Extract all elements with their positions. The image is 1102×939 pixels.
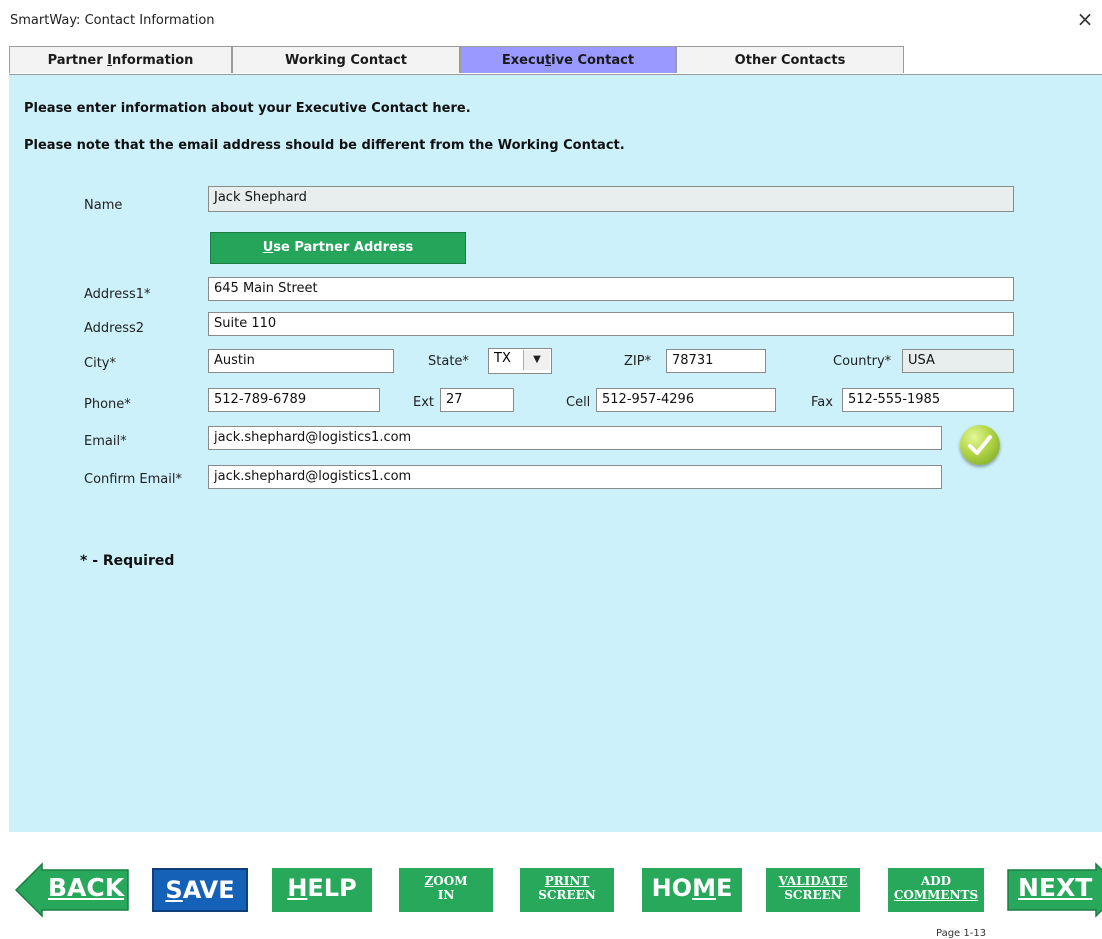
save-button[interactable]: SAVE [152, 868, 248, 912]
button-label: se Partner Address [273, 240, 414, 255]
home-mnemonic: M [692, 874, 716, 902]
address1-field[interactable]: 645 Main Street [208, 277, 1014, 301]
save-label: AVE [182, 876, 235, 904]
country-label: Country* [833, 354, 892, 369]
email-field[interactable]: jack.shephard@logistics1.com [208, 426, 942, 450]
zoom-mnemonic: Z [424, 874, 434, 888]
tab-label: Partner [47, 53, 108, 68]
use-partner-address-button[interactable]: Use Partner Address [210, 232, 466, 264]
address2-label: Address2 [84, 321, 145, 336]
add-comments-label: ADD [920, 874, 952, 888]
cell-field[interactable]: 512-957-4296 [596, 388, 776, 412]
close-icon[interactable]: × [1074, 8, 1096, 30]
print-label-line2: SCREEN [538, 888, 596, 902]
tab-partner-information[interactable]: Partner Information [9, 46, 232, 73]
address2-field[interactable]: Suite 110 [208, 312, 1014, 336]
page-label: Page 1-13 [936, 928, 987, 939]
country-field[interactable]: USA [902, 349, 1014, 373]
city-field[interactable]: Austin [208, 349, 394, 373]
tab-executive-contact[interactable]: Executive Contact [460, 46, 676, 73]
ext-field[interactable]: 27 [440, 388, 514, 412]
city-label: City* [84, 356, 116, 371]
chevron-down-icon[interactable]: ▼ [523, 350, 550, 370]
required-note: * - Required [80, 553, 175, 569]
help-label: ELP [307, 874, 357, 902]
tab-bar: Partner Information Working Contact Exec… [9, 46, 1099, 74]
print-label: PRINT [544, 874, 590, 888]
window-title: SmartWay: Contact Information [10, 13, 215, 28]
confirm-email-label: Confirm Email* [84, 472, 182, 487]
state-label: State* [428, 354, 469, 369]
tab-other-contacts[interactable]: Other Contacts [676, 46, 904, 73]
add-comments-button[interactable]: ADD COMMENTS [888, 868, 984, 912]
save-mnemonic: S [165, 876, 183, 904]
fax-field[interactable]: 512-555-1985 [842, 388, 1014, 412]
next-label: NEXT [1018, 873, 1093, 902]
phone-field[interactable]: 512-789-6789 [208, 388, 380, 412]
print-screen-button[interactable]: PRINT SCREEN [520, 868, 614, 912]
zoom-label: OOM [433, 874, 468, 888]
zip-field[interactable]: 78731 [666, 349, 766, 373]
cell-label: Cell [566, 395, 591, 410]
ext-label: Ext [413, 395, 435, 410]
check-icon [960, 425, 1000, 465]
validate-screen-button[interactable]: VALIDATE SCREEN [766, 868, 860, 912]
tab-working-contact[interactable]: Working Contact [232, 46, 460, 73]
help-mnemonic: H [287, 874, 308, 902]
help-button[interactable]: HELP [272, 868, 372, 912]
phone-label: Phone* [84, 397, 131, 412]
address1-label: Address1* [84, 287, 151, 302]
add-comments-label-line2: COMMENTS [893, 888, 979, 902]
tab-label: nformation [112, 53, 194, 68]
zoom-in-button[interactable]: ZOOM IN [399, 868, 493, 912]
home-button[interactable]: HOME [642, 868, 742, 912]
tab-label: Other Contacts [734, 53, 846, 68]
back-label: BACK [48, 873, 125, 902]
next-button[interactable]: NEXT [1006, 862, 1102, 918]
validate-label-line2: SCREEN [784, 888, 842, 902]
fax-label: Fax [811, 395, 833, 410]
tab-label: Execu [501, 53, 545, 68]
validate-label: VALIDATE [778, 874, 848, 888]
instruction-line-1: Please enter information about your Exec… [24, 101, 471, 116]
home-label: HO [651, 874, 693, 902]
tab-label: ive Contact [551, 53, 635, 68]
tab-label: Working Contact [284, 53, 408, 68]
button-mnemonic: U [262, 240, 274, 255]
instruction-line-2: Please note that the email address shoul… [24, 138, 625, 153]
home-label-end: E [715, 874, 733, 902]
email-label: Email* [84, 434, 127, 449]
confirm-email-field[interactable]: jack.shephard@logistics1.com [208, 465, 942, 489]
zoom-label-line2: IN [437, 888, 455, 902]
name-label: Name [84, 198, 123, 213]
zip-label: ZIP* [624, 354, 652, 369]
title-bar: SmartWay: Contact Information × [0, 0, 1102, 36]
name-field[interactable]: Jack Shephard [208, 186, 1014, 212]
back-button[interactable]: BACK [14, 862, 130, 918]
